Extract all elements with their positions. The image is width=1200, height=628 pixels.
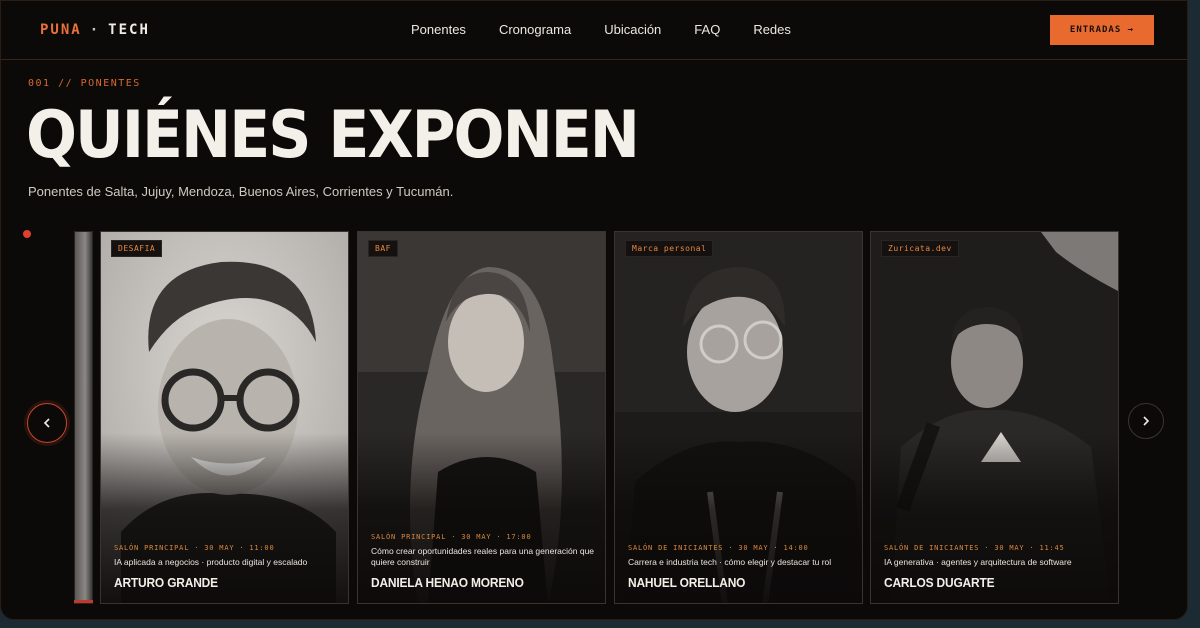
speaker-company-tag: BAF — [368, 240, 398, 257]
speaker-name: ARTURO GRANDE — [114, 575, 218, 590]
speaker-topic: Cómo crear oportunidades reales para una… — [371, 546, 595, 567]
speaker-card[interactable]: DESAFIA SALÓN PRINCIPAL · 30 MAY · 11:00… — [100, 231, 349, 604]
brand-separator: · — [89, 22, 101, 38]
nav-links: Ponentes Cronograma Ubicación FAQ Redes — [411, 22, 791, 37]
carousel-next-button[interactable] — [1128, 403, 1164, 439]
chevron-right-icon — [1143, 416, 1150, 426]
speaker-session-meta: SALÓN PRINCIPAL · 30 MAY · 11:00 — [114, 544, 275, 552]
speaker-name: DANIELA HENAO MORENO — [371, 575, 524, 590]
page-frame: PUNA · TECH Ponentes Cronograma Ubicación … — [0, 0, 1188, 620]
carousel-progress-bar — [74, 600, 93, 603]
speaker-company-tag: Zuricata.dev — [881, 240, 959, 257]
top-navbar: PUNA · TECH Ponentes Cronograma Ubicación … — [1, 1, 1187, 60]
speaker-card[interactable]: Marca personal SALÓN DE INICIANTES · 30 … — [614, 231, 863, 604]
brand-left: PUNA — [40, 22, 82, 38]
brand-logo[interactable]: PUNA · TECH — [40, 22, 150, 38]
speaker-session-meta: SALÓN DE INICIANTES · 30 MAY · 11:45 — [884, 544, 1065, 552]
previous-speaker-card-peek[interactable] — [74, 231, 93, 604]
live-indicator-dot — [23, 230, 31, 238]
nav-link-redes[interactable]: Redes — [753, 22, 791, 37]
tickets-button[interactable]: ENTRADAS → — [1050, 15, 1154, 45]
speaker-session-meta: SALÓN PRINCIPAL · 30 MAY · 17:00 — [371, 533, 532, 541]
section-eyebrow: 001 // PONENTES — [28, 78, 141, 89]
speaker-card[interactable]: Zuricata.dev SALÓN DE INICIANTES · 30 MA… — [870, 231, 1119, 604]
nav-link-cronograma[interactable]: Cronograma — [499, 22, 571, 37]
chevron-left-icon — [43, 418, 50, 428]
speaker-topic: IA aplicada a negocios · producto digita… — [114, 557, 308, 567]
speaker-session-meta: SALÓN DE INICIANTES · 30 MAY · 14:00 — [628, 544, 809, 552]
brand-right: TECH — [108, 22, 150, 38]
speaker-topic: IA generativa · agentes y arquitectura d… — [884, 557, 1072, 567]
speaker-topic: Carrera e industria tech · cómo elegir y… — [628, 557, 832, 567]
nav-link-faq[interactable]: FAQ — [694, 22, 720, 37]
carousel-prev-button[interactable] — [27, 403, 67, 443]
speaker-company-tag: Marca personal — [625, 240, 714, 257]
speaker-company-tag: DESAFIA — [111, 240, 163, 257]
page-title: QUIÉNES EXPONEN — [26, 97, 640, 174]
nav-link-ubicacion[interactable]: Ubicación — [604, 22, 661, 37]
nav-link-ponentes[interactable]: Ponentes — [411, 22, 466, 37]
speaker-card[interactable]: BAF SALÓN PRINCIPAL · 30 MAY · 17:00 Cóm… — [357, 231, 606, 604]
speaker-name: CARLOS DUGARTE — [884, 575, 995, 590]
page-subtitle: Ponentes de Salta, Jujuy, Mendoza, Bueno… — [28, 184, 454, 199]
speaker-name: NAHUEL ORELLANO — [628, 575, 746, 590]
